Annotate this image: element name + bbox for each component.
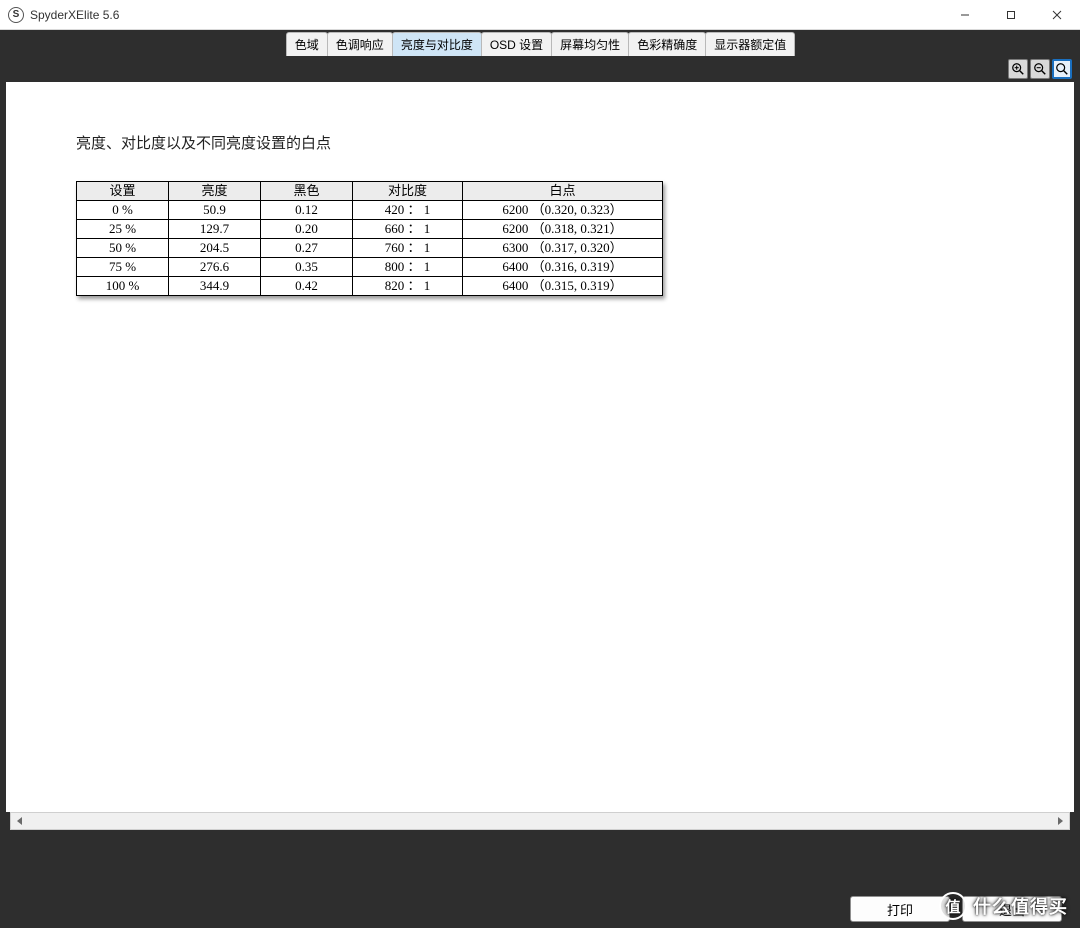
cell-setting: 25 % [77, 220, 169, 239]
table-row: 25 % 129.7 0.20 660 ： 1 6200 （0.318, 0.3… [77, 220, 663, 239]
cell-black: 0.35 [261, 258, 353, 277]
print-button[interactable]: 打印 [850, 896, 950, 922]
cell-bright: 50.9 [169, 201, 261, 220]
window-titlebar: S SpyderXElite 5.6 [0, 0, 1080, 30]
canvas-outer: 亮度、对比度以及不同亮度设置的白点 设置 亮度 黑色 对比度 白点 [6, 82, 1074, 830]
cell-white: 6200 （0.318, 0.321） [463, 220, 663, 239]
horizontal-scrollbar[interactable] [10, 812, 1070, 830]
tab-brightness-contrast[interactable]: 亮度与对比度 [392, 32, 482, 56]
tab-uniformity[interactable]: 屏幕均匀性 [551, 32, 629, 56]
zoom-fit-button[interactable] [1052, 59, 1072, 79]
cell-black: 0.42 [261, 277, 353, 296]
tab-label: 显示器额定值 [714, 38, 786, 52]
page-content: 亮度、对比度以及不同亮度设置的白点 设置 亮度 黑色 对比度 白点 [6, 82, 1074, 299]
minimize-icon [960, 10, 970, 20]
tab-display-rating[interactable]: 显示器额定值 [705, 32, 795, 56]
cell-white: 6400 （0.315, 0.319） [463, 277, 663, 296]
tab-label: 色彩精确度 [637, 38, 697, 52]
tab-label: 色域 [295, 38, 319, 52]
data-table-wrap: 设置 亮度 黑色 对比度 白点 0 % 50.9 0.12 [76, 181, 663, 296]
scroll-right-icon[interactable] [1053, 814, 1067, 828]
cell-bright: 204.5 [169, 239, 261, 258]
tab-label: OSD 设置 [490, 38, 543, 52]
button-label: 退出 [999, 900, 1025, 919]
button-bar: 打印 退出 [0, 896, 1080, 922]
cell-black: 0.12 [261, 201, 353, 220]
zoom-out-button[interactable] [1030, 59, 1050, 79]
zoom-out-icon [1033, 62, 1047, 76]
tab-tone-response[interactable]: 色调响应 [327, 32, 393, 56]
zoom-in-button[interactable] [1008, 59, 1028, 79]
tab-gamut[interactable]: 色域 [286, 32, 328, 56]
cell-white: 6300 （0.317, 0.320） [463, 239, 663, 258]
zoom-fit-icon [1055, 62, 1069, 76]
col-header-whitepoint: 白点 [463, 182, 663, 201]
cell-setting: 0 % [77, 201, 169, 220]
maximize-icon [1006, 10, 1016, 20]
cell-bright: 344.9 [169, 277, 261, 296]
app-frame: 色域 色调响应 亮度与对比度 OSD 设置 屏幕均匀性 色彩精确度 显示器额定值 [0, 30, 1080, 928]
col-header-setting: 设置 [77, 182, 169, 201]
cell-contrast: 660 ： 1 [353, 220, 463, 239]
button-label: 打印 [887, 900, 913, 919]
cell-setting: 100 % [77, 277, 169, 296]
report-canvas[interactable]: 亮度、对比度以及不同亮度设置的白点 设置 亮度 黑色 对比度 白点 [6, 82, 1074, 812]
cell-contrast: 820 ： 1 [353, 277, 463, 296]
data-table: 设置 亮度 黑色 对比度 白点 0 % 50.9 0.12 [76, 181, 663, 296]
window-title: SpyderXElite 5.6 [30, 8, 119, 22]
table-row: 50 % 204.5 0.27 760 ： 1 6300 （0.317, 0.3… [77, 239, 663, 258]
cell-contrast: 420 ： 1 [353, 201, 463, 220]
page-heading: 亮度、对比度以及不同亮度设置的白点 [76, 132, 1004, 153]
cell-black: 0.27 [261, 239, 353, 258]
cell-white: 6200 （0.320, 0.323） [463, 201, 663, 220]
app-icon: S [8, 7, 24, 23]
zoom-in-icon [1011, 62, 1025, 76]
cell-bright: 129.7 [169, 220, 261, 239]
col-header-black: 黑色 [261, 182, 353, 201]
maximize-button[interactable] [988, 0, 1034, 30]
cell-setting: 75 % [77, 258, 169, 277]
tab-osd-settings[interactable]: OSD 设置 [481, 32, 552, 56]
cell-contrast: 760 ： 1 [353, 239, 463, 258]
tab-label: 色调响应 [336, 38, 384, 52]
table-row: 0 % 50.9 0.12 420 ： 1 6200 （0.320, 0.323… [77, 201, 663, 220]
close-button[interactable] [1034, 0, 1080, 30]
cell-white: 6400 （0.316, 0.319） [463, 258, 663, 277]
minimize-button[interactable] [942, 0, 988, 30]
tab-label: 亮度与对比度 [401, 38, 473, 52]
tab-color-accuracy[interactable]: 色彩精确度 [628, 32, 706, 56]
tab-row: 色域 色调响应 亮度与对比度 OSD 设置 屏幕均匀性 色彩精确度 显示器额定值 [2, 30, 1078, 56]
col-header-brightness: 亮度 [169, 182, 261, 201]
col-header-contrast: 对比度 [353, 182, 463, 201]
quit-button[interactable]: 退出 [962, 896, 1062, 922]
cell-bright: 276.6 [169, 258, 261, 277]
zoom-toolbar [2, 56, 1078, 82]
scroll-left-icon[interactable] [13, 814, 27, 828]
table-row: 75 % 276.6 0.35 800 ： 1 6400 （0.316, 0.3… [77, 258, 663, 277]
close-icon [1052, 10, 1062, 20]
cell-contrast: 800 ： 1 [353, 258, 463, 277]
cell-black: 0.20 [261, 220, 353, 239]
cell-setting: 50 % [77, 239, 169, 258]
tab-label: 屏幕均匀性 [560, 38, 620, 52]
table-row: 100 % 344.9 0.42 820 ： 1 6400 （0.315, 0.… [77, 277, 663, 296]
table-header-row: 设置 亮度 黑色 对比度 白点 [77, 182, 663, 201]
